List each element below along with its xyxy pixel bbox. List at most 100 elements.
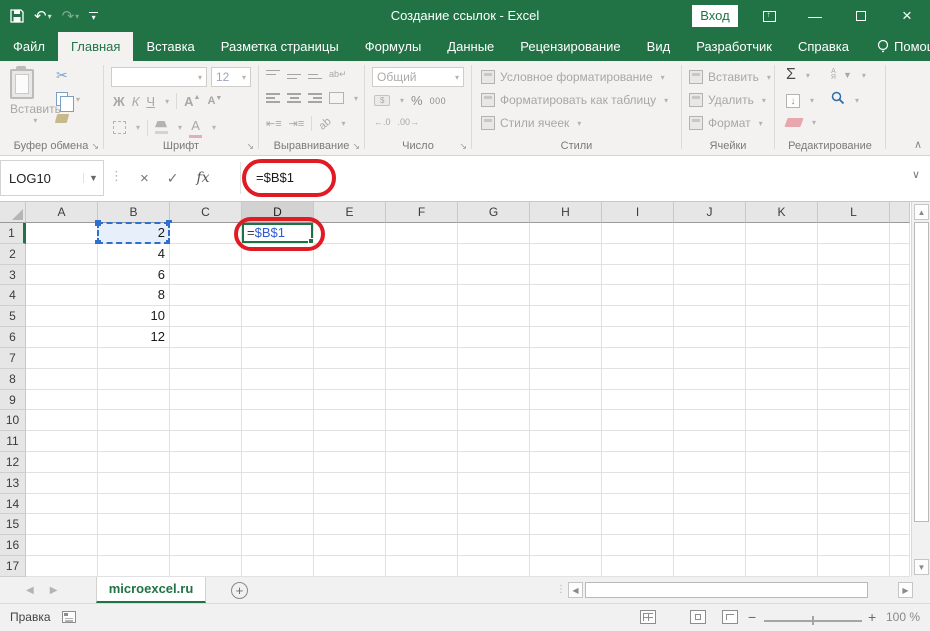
cell-H15[interactable]: [530, 514, 602, 535]
cell-H3[interactable]: [530, 265, 602, 286]
align-center-icon[interactable]: [287, 93, 301, 103]
row-header-9[interactable]: 9: [0, 390, 26, 411]
cell-A8[interactable]: [26, 369, 98, 390]
cell-J7[interactable]: [674, 348, 746, 369]
cell-D15[interactable]: [242, 514, 314, 535]
fill-color-icon[interactable]: [155, 121, 168, 134]
insert-cells-button[interactable]: Вставить▾: [689, 67, 771, 87]
row-header-7[interactable]: 7: [0, 348, 26, 369]
maximize-icon[interactable]: [838, 0, 884, 32]
cell-E1[interactable]: [314, 223, 386, 244]
cell-D8[interactable]: [242, 369, 314, 390]
horizontal-scroll-thumb[interactable]: [585, 582, 868, 598]
cell-D14[interactable]: [242, 494, 314, 515]
tab-вид[interactable]: Вид: [634, 32, 684, 61]
cell-G7[interactable]: [458, 348, 530, 369]
font-dialog-launcher-icon[interactable]: ↘: [246, 141, 254, 152]
cell-I7[interactable]: [602, 348, 674, 369]
cell-E5[interactable]: [314, 306, 386, 327]
cell-C14[interactable]: [170, 494, 242, 515]
number-format-combo[interactable]: Общий▾: [372, 67, 464, 87]
find-caret-icon[interactable]: ▾: [855, 96, 859, 105]
cell-H11[interactable]: [530, 431, 602, 452]
cell-A5[interactable]: [26, 306, 98, 327]
cell-G11[interactable]: [458, 431, 530, 452]
cell-L15[interactable]: [818, 514, 890, 535]
cell-G4[interactable]: [458, 285, 530, 306]
cell-I2[interactable]: [602, 244, 674, 265]
minimize-icon[interactable]: —: [792, 0, 838, 32]
vertical-scroll-thumb[interactable]: [914, 222, 929, 522]
comma-style-icon[interactable]: 000: [430, 96, 447, 106]
cell-D1[interactable]: =$B$1: [242, 223, 314, 244]
cell-C9[interactable]: [170, 390, 242, 411]
cell-I10[interactable]: [602, 410, 674, 431]
tab-разработчик[interactable]: Разработчик: [683, 32, 785, 61]
sign-in-button[interactable]: Вход: [692, 5, 738, 27]
cell-H10[interactable]: [530, 410, 602, 431]
conditional-formatting-button[interactable]: Условное форматирование▾: [481, 67, 668, 87]
cell-H13[interactable]: [530, 473, 602, 494]
cell-L13[interactable]: [818, 473, 890, 494]
cell-C15[interactable]: [170, 514, 242, 535]
column-header-B[interactable]: B: [98, 202, 170, 223]
cell-F3[interactable]: [386, 265, 458, 286]
delete-cells-button[interactable]: Удалить▾: [689, 90, 771, 110]
cell-K3[interactable]: [746, 265, 818, 286]
row-header-4[interactable]: 4: [0, 285, 26, 306]
cell-J5[interactable]: [674, 306, 746, 327]
align-bottom-icon[interactable]: [308, 70, 322, 80]
page-break-view-icon[interactable]: [722, 610, 738, 624]
cell-B1[interactable]: 2: [98, 223, 170, 244]
cell-J15[interactable]: [674, 514, 746, 535]
cell-F6[interactable]: [386, 327, 458, 348]
borders-icon[interactable]: [113, 121, 126, 134]
cell-I11[interactable]: [602, 431, 674, 452]
cell-J13[interactable]: [674, 473, 746, 494]
zoom-out-icon[interactable]: −: [748, 609, 756, 625]
row-header-12[interactable]: 12: [0, 452, 26, 473]
cell-E16[interactable]: [314, 535, 386, 556]
zoom-in-icon[interactable]: +: [868, 609, 876, 625]
cell-C16[interactable]: [170, 535, 242, 556]
cell-H17[interactable]: [530, 556, 602, 577]
cell-A9[interactable]: [26, 390, 98, 411]
cell-J8[interactable]: [674, 369, 746, 390]
percent-style-icon[interactable]: %: [411, 93, 423, 108]
cell-B17[interactable]: [98, 556, 170, 577]
cell-F9[interactable]: [386, 390, 458, 411]
cell-D3[interactable]: [242, 265, 314, 286]
cell-A15[interactable]: [26, 514, 98, 535]
cell-I13[interactable]: [602, 473, 674, 494]
cell-E10[interactable]: [314, 410, 386, 431]
cell-B15[interactable]: [98, 514, 170, 535]
cell-L16[interactable]: [818, 535, 890, 556]
cell-G10[interactable]: [458, 410, 530, 431]
cell-A10[interactable]: [26, 410, 98, 431]
shrink-font-button[interactable]: А▼: [207, 95, 222, 107]
cell-E14[interactable]: [314, 494, 386, 515]
tab-главная[interactable]: Главная: [58, 32, 133, 61]
cell-C3[interactable]: [170, 265, 242, 286]
cell-I9[interactable]: [602, 390, 674, 411]
cell-F5[interactable]: [386, 306, 458, 327]
normal-view-icon[interactable]: [640, 610, 656, 624]
page-layout-view-icon[interactable]: [690, 610, 706, 624]
cell-J10[interactable]: [674, 410, 746, 431]
cell-A2[interactable]: [26, 244, 98, 265]
column-header-D[interactable]: D: [242, 202, 314, 223]
cell-G6[interactable]: [458, 327, 530, 348]
tab-рецензирование[interactable]: Рецензирование: [507, 32, 633, 61]
cell-H16[interactable]: [530, 535, 602, 556]
tab-scrollbar-splitter[interactable]: ⋮: [556, 584, 566, 595]
cell-L7[interactable]: [818, 348, 890, 369]
formula-input[interactable]: =$B$1: [256, 160, 294, 196]
cell-B8[interactable]: [98, 369, 170, 390]
orientation-icon[interactable]: ab: [317, 115, 334, 132]
cell-G17[interactable]: [458, 556, 530, 577]
column-header-H[interactable]: H: [530, 202, 602, 223]
cell-A1[interactable]: [26, 223, 98, 244]
cell-K10[interactable]: [746, 410, 818, 431]
cell-C6[interactable]: [170, 327, 242, 348]
cell-K11[interactable]: [746, 431, 818, 452]
